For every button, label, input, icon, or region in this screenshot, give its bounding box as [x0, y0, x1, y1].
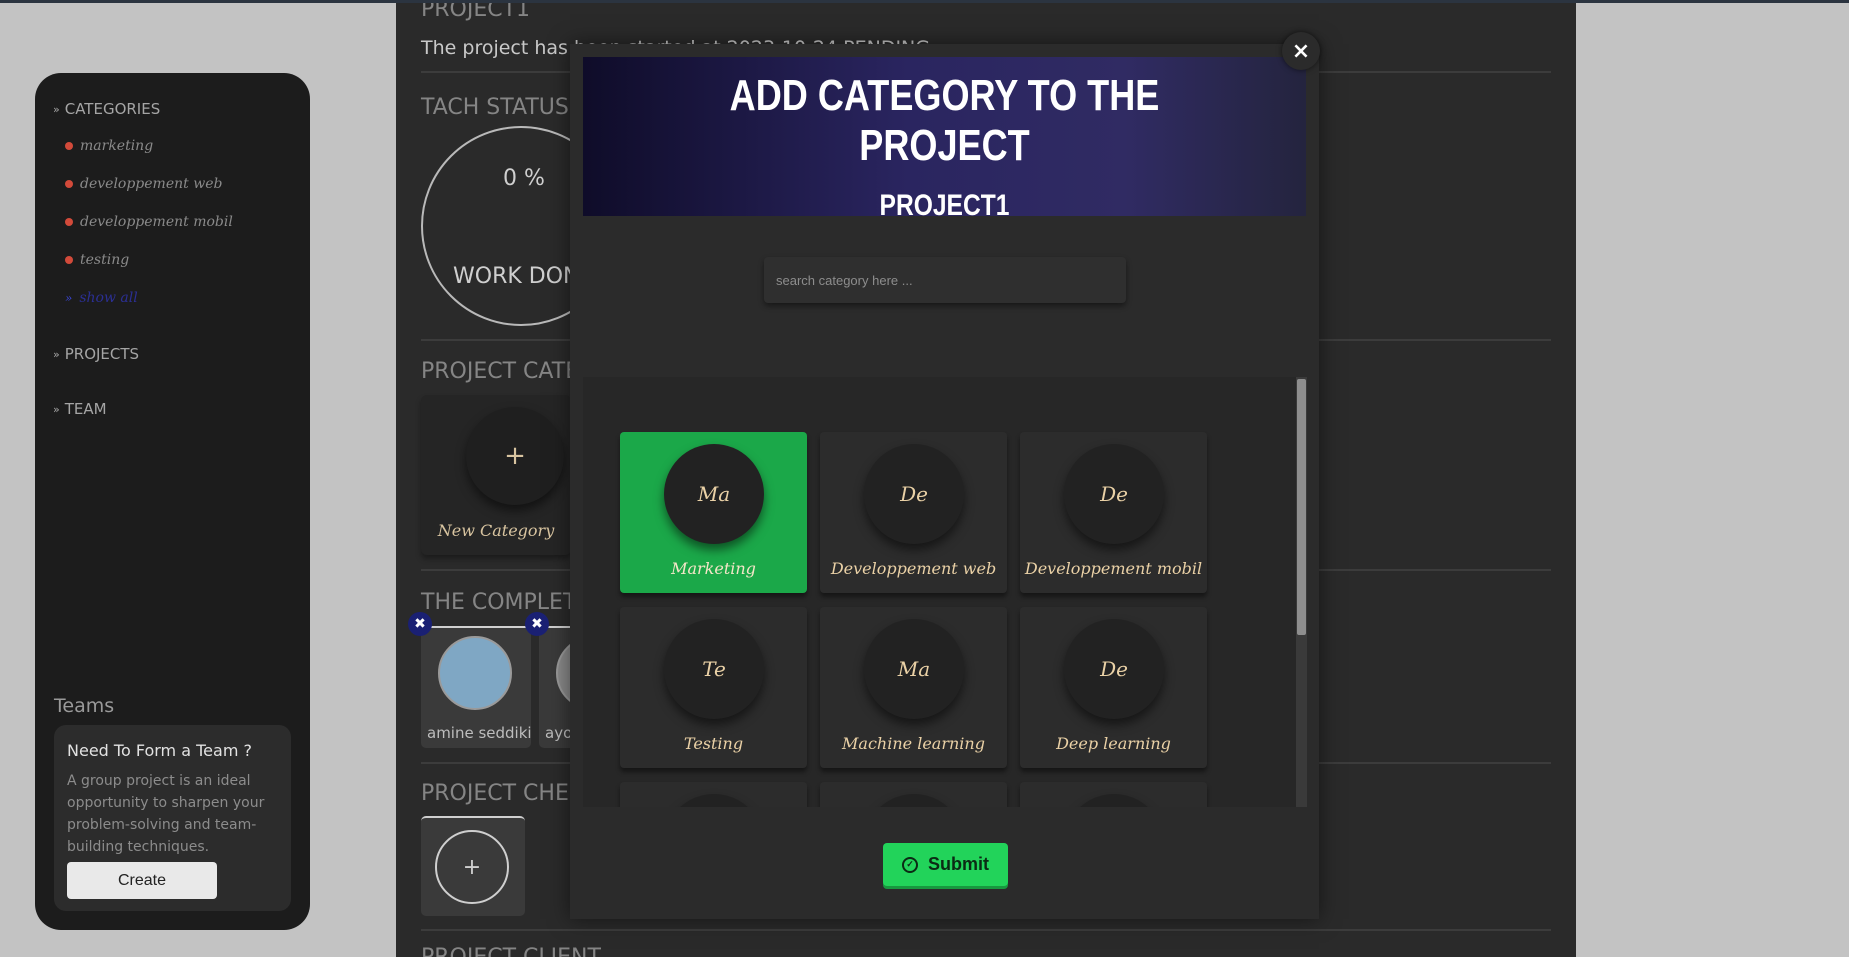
- category-label: Marketing: [671, 559, 756, 578]
- teams-title: Teams: [54, 695, 115, 717]
- add-category-modal: ADD CATEGORY TO THE PROJECT PROJECT1 Ma …: [570, 44, 1319, 919]
- check-circle-icon: ✓: [902, 856, 918, 873]
- category-initials: Da: [664, 794, 764, 807]
- category-initials: Te: [864, 794, 964, 807]
- category-tile-marketing[interactable]: Ma Marketing: [620, 432, 807, 593]
- member-name: amine seddiki: [427, 724, 532, 742]
- category-tile-deep-learning[interactable]: De Deep learning: [1020, 607, 1207, 768]
- modal-subtitle: PROJECT1: [879, 189, 1010, 222]
- project-client-title: PROJECT CLIENT: [421, 945, 601, 957]
- modal-banner: ADD CATEGORY TO THE PROJECT PROJECT1: [583, 57, 1306, 222]
- submit-button[interactable]: ✓ Submit: [883, 843, 1008, 886]
- create-team-button[interactable]: Create: [67, 862, 217, 899]
- category-tile-developpement-web[interactable]: De Developpement web: [820, 432, 1007, 593]
- sidebar-item-developpement-web[interactable]: developpement web: [65, 176, 222, 192]
- team-card-title: Need To Form a Team ?: [67, 741, 252, 760]
- category-initials: Te: [664, 619, 764, 719]
- sidebar-item-marketing[interactable]: marketing: [65, 138, 153, 154]
- category-label: Machine learning: [842, 734, 985, 753]
- search-category-input[interactable]: [764, 257, 1126, 303]
- remove-member-icon[interactable]: ✖: [408, 612, 432, 636]
- team-card-text: A group project is an ideal opportunity …: [67, 773, 265, 855]
- project-title: PROJECT1: [421, 3, 531, 22]
- new-category-label: New Category: [437, 521, 555, 540]
- category-label: Testing: [683, 734, 744, 753]
- new-category-card[interactable]: + New Category: [421, 395, 571, 555]
- category-label: Deep learning: [1056, 734, 1171, 753]
- category-tile[interactable]: Te: [820, 782, 1007, 807]
- team-heading[interactable]: » TEAM: [53, 400, 107, 418]
- scrollbar-thumb[interactable]: [1297, 379, 1306, 635]
- close-modal-button[interactable]: ×: [1282, 32, 1320, 70]
- remove-member-icon[interactable]: ✖: [525, 612, 549, 636]
- team-card: Need To Form a Team ? A group project is…: [54, 725, 291, 911]
- show-all-link[interactable]: » show all: [65, 290, 138, 306]
- sidebar-item-testing[interactable]: testing: [65, 252, 129, 268]
- add-chef-card[interactable]: +: [421, 816, 525, 916]
- member-name: ayo: [545, 724, 573, 742]
- plus-icon: +: [466, 407, 564, 505]
- project-chef-title: PROJECT CHEF: [421, 781, 582, 806]
- progress-value: 0 %: [503, 166, 545, 191]
- category-grid-scrollbar[interactable]: [1296, 377, 1307, 807]
- category-tile-testing[interactable]: Te Testing: [620, 607, 807, 768]
- dot-icon: [65, 180, 73, 188]
- chevron-right-icon: »: [53, 347, 60, 361]
- category-initials: De: [1064, 444, 1164, 544]
- category-grid[interactable]: Ma Marketing De Developpement web De Dev…: [583, 377, 1306, 807]
- chevron-right-icon: »: [65, 291, 73, 305]
- chevron-right-icon: »: [53, 402, 60, 416]
- dot-icon: [65, 142, 73, 150]
- sidebar: » CATEGORIES marketing developpement web…: [35, 73, 310, 930]
- category-tile[interactable]: Da: [620, 782, 807, 807]
- category-label: Developpement web: [830, 559, 997, 578]
- sidebar-item-developpement-mobil[interactable]: developpement mobil: [65, 214, 233, 230]
- divider: [421, 929, 1551, 931]
- dot-icon: [65, 218, 73, 226]
- category-tile-machine-learning[interactable]: Ma Machine learning: [820, 607, 1007, 768]
- dot-icon: [65, 256, 73, 264]
- avatar: [438, 636, 512, 710]
- task-status-title: TACH STATUS: [421, 95, 569, 120]
- category-initials: Ma: [864, 619, 964, 719]
- category-initials: Bi: [1064, 794, 1164, 807]
- category-tile[interactable]: Bi: [1020, 782, 1207, 807]
- projects-heading[interactable]: » PROJECTS: [53, 345, 139, 363]
- category-initials: Ma: [664, 444, 764, 544]
- plus-icon: +: [435, 830, 509, 904]
- categories-heading[interactable]: » CATEGORIES: [53, 100, 160, 118]
- modal-title: ADD CATEGORY TO THE PROJECT: [729, 71, 1160, 170]
- category-initials: De: [864, 444, 964, 544]
- category-tile-developpement-mobil[interactable]: De Developpement mobil: [1020, 432, 1207, 593]
- category-label: Developpement mobil: [1024, 559, 1203, 578]
- member-card[interactable]: amine seddiki: [421, 626, 532, 748]
- chevron-down-icon: »: [53, 102, 60, 116]
- category-initials: De: [1064, 619, 1164, 719]
- submit-label: Submit: [928, 854, 989, 874]
